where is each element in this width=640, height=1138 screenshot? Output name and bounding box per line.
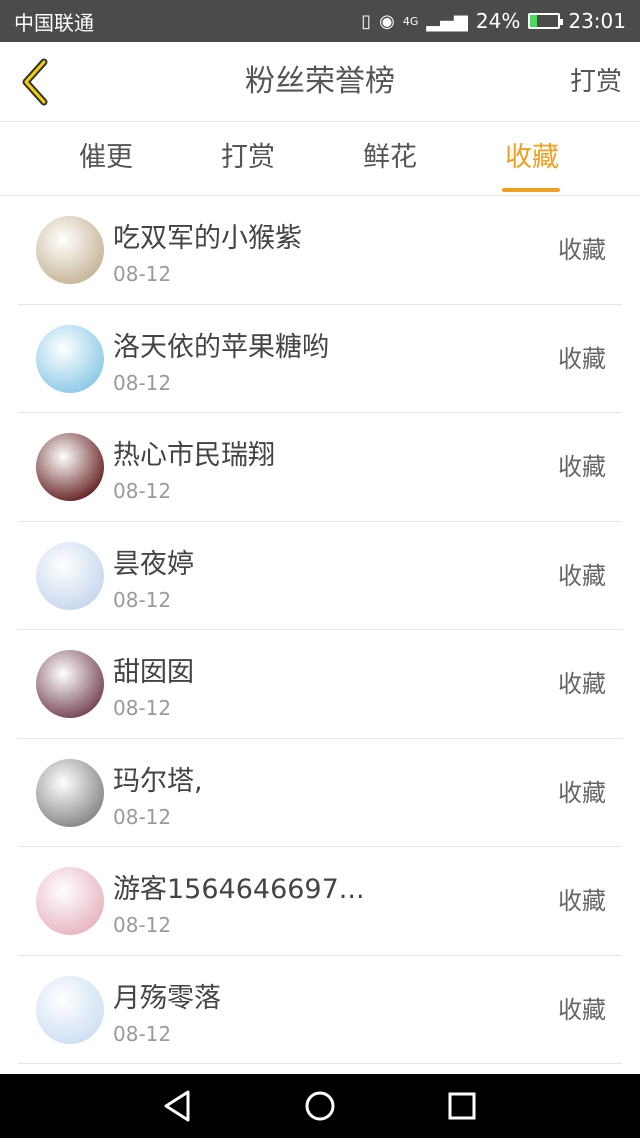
favorite-action-label: 收藏 [558, 236, 606, 264]
reward-button[interactable]: 打赏 [570, 42, 622, 122]
avatar[interactable] [36, 324, 104, 393]
list-item[interactable]: 洛天依的苹果糖哟 08-12 收藏 [18, 305, 622, 413]
date-label: 08-12 [113, 587, 172, 612]
favorite-action-label: 收藏 [558, 344, 606, 373]
list-item[interactable]: 游客1564646697... 08-12 收藏 [18, 847, 622, 956]
header: 粉丝荣誉榜 打赏 [0, 42, 640, 122]
list-item[interactable]: 昙夜婷 08-12 收藏 [18, 522, 622, 630]
date-label: 08-12 [113, 370, 172, 395]
favorite-action-label: 收藏 [558, 995, 606, 1024]
user-name: 吃双军的小猴紫 [113, 223, 302, 254]
favorite-action-label: 收藏 [558, 887, 606, 915]
favorite-action-label: 收藏 [558, 561, 606, 590]
user-name: 洛天依的苹果糖哟 [113, 331, 329, 363]
avatar[interactable] [36, 758, 104, 827]
tab-favorites-label: 收藏 [505, 142, 559, 173]
fan-list: 吃双军的小猴紫 08-12 收藏 洛天依的苹果糖哟 08-12 收藏 热心市民瑞翔 08-12… [0, 196, 640, 1064]
network-label: 4G [402, 14, 419, 28]
user-name: 热心市民瑞翔 [113, 440, 275, 471]
chevron-left-icon [22, 58, 48, 106]
system-nav-bar [0, 1074, 640, 1138]
date-label: 08-12 [113, 262, 172, 286]
date-label: 08-12 [113, 479, 172, 503]
user-name: 玛尔塔, [113, 765, 203, 797]
avatar[interactable] [36, 975, 104, 1044]
page-title: 粉丝荣誉榜 [245, 64, 395, 99]
favorite-action-label: 收藏 [558, 670, 606, 698]
user-name: 月殇零落 [113, 982, 221, 1014]
list-item[interactable]: 吃双军的小猴紫 08-12 收藏 [18, 196, 622, 305]
list-item[interactable]: 热心市民瑞翔 08-12 收藏 [18, 413, 622, 522]
clock: 23:01 [568, 9, 626, 33]
back-button[interactable] [14, 56, 58, 108]
user-name: 昙夜婷 [113, 548, 194, 580]
date-label: 08-12 [113, 1021, 172, 1046]
avatar[interactable] [36, 650, 104, 718]
list-item[interactable]: 玛尔塔, 08-12 收藏 [18, 739, 622, 847]
recents-square-icon[interactable] [442, 1088, 482, 1124]
favorite-action-label: 收藏 [558, 778, 606, 807]
active-tab-indicator [502, 188, 560, 192]
status-bar: 中国联通 ▯ ◉ 4G ▂▄▆ 24% 23:01 [0, 0, 640, 42]
signal-icon: ▂▄▆ [426, 10, 468, 32]
list-item[interactable]: 甜囡囡 08-12 收藏 [18, 630, 622, 739]
date-label: 08-12 [113, 804, 172, 829]
tab-flowers[interactable]: 鲜花 [330, 122, 450, 196]
back-triangle-icon[interactable] [158, 1088, 198, 1124]
eye-icon: ◉ [379, 10, 395, 32]
battery-fill [530, 15, 538, 27]
avatar[interactable] [36, 216, 104, 284]
avatar[interactable] [36, 867, 104, 935]
avatar[interactable] [36, 541, 104, 610]
home-circle-icon[interactable] [300, 1088, 340, 1124]
vibrate-icon: ▯ [361, 10, 372, 32]
user-name: 甜囡囡 [113, 657, 194, 688]
tab-bar: 催更 打赏 鲜花 收藏 [0, 122, 640, 196]
tab-reward[interactable]: 打赏 [188, 122, 308, 196]
list-item[interactable]: 月殇零落 08-12 收藏 [18, 956, 622, 1064]
favorite-action-label: 收藏 [558, 453, 606, 481]
status-indicators: ▯ ◉ 4G ▂▄▆ 24% 23:01 [361, 9, 626, 33]
date-label: 08-12 [113, 913, 172, 937]
user-name: 游客1564646697... [113, 874, 365, 905]
tab-favorites[interactable]: 收藏 [472, 122, 592, 196]
date-label: 08-12 [113, 696, 172, 720]
tab-urge[interactable]: 催更 [46, 122, 166, 196]
avatar[interactable] [36, 433, 104, 501]
battery-percent: 24% [475, 9, 521, 33]
carrier-label: 中国联通 [14, 10, 94, 35]
battery-icon [528, 13, 564, 29]
